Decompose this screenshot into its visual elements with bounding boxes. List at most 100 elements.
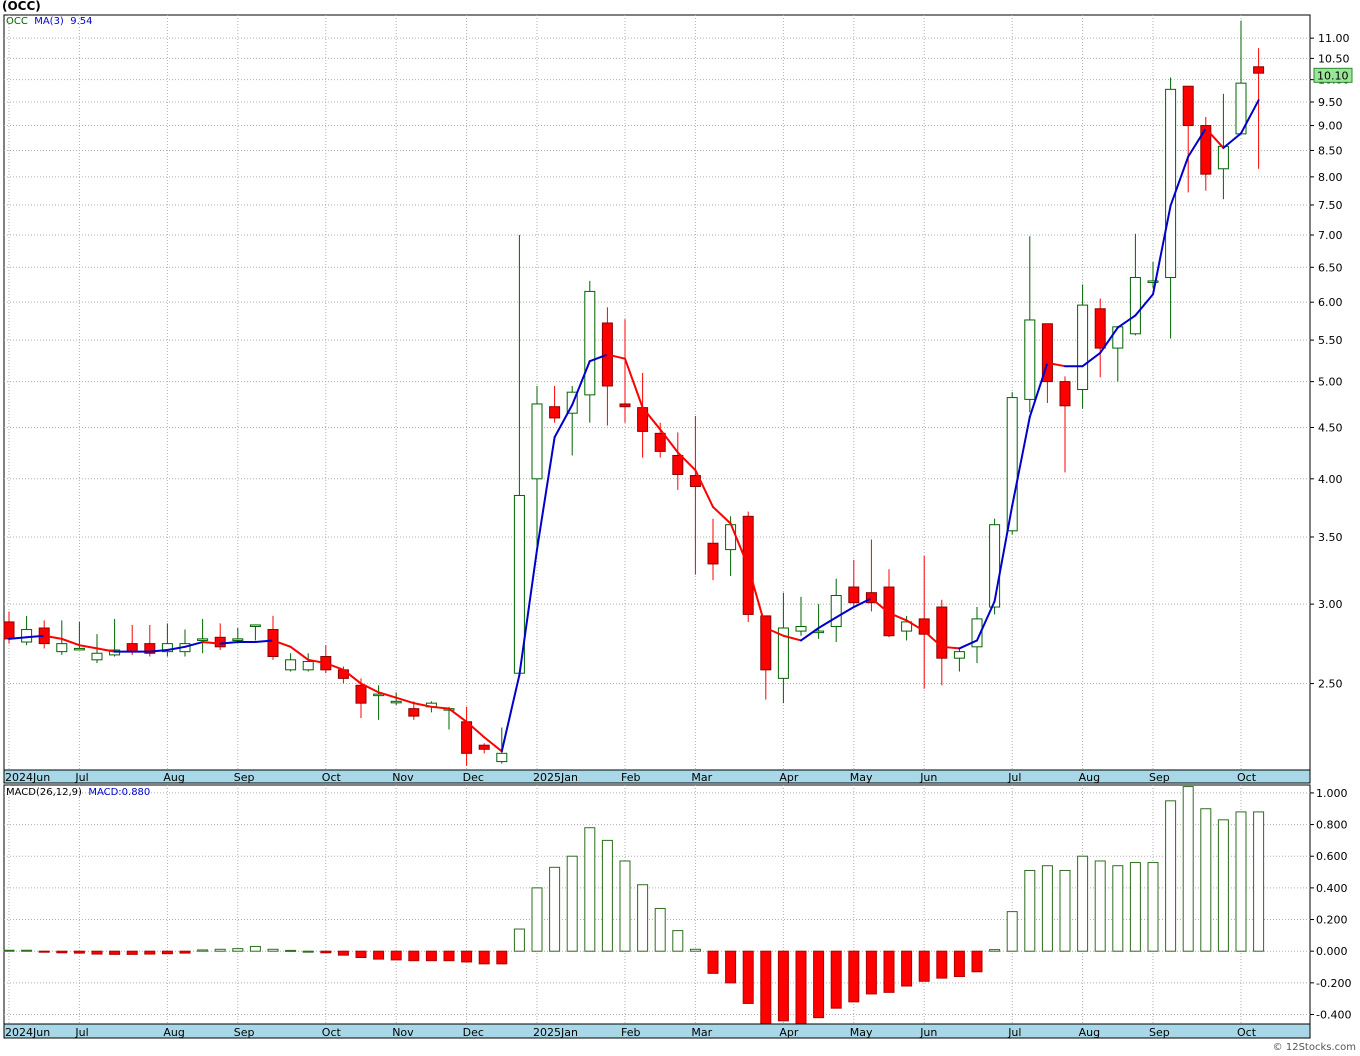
price-tick-label: 3.00 — [1318, 598, 1343, 611]
macd-tick-label: -0.400 — [1316, 1009, 1351, 1022]
price-tick-label: 9.00 — [1318, 120, 1343, 133]
macd-bar — [21, 949, 33, 952]
candle-body — [883, 586, 895, 637]
macd-bar — [1077, 855, 1089, 952]
macd-bar — [742, 950, 754, 1004]
macd-bar — [38, 950, 50, 953]
candle-body — [1129, 276, 1141, 335]
date-axis-label: Aug — [1079, 771, 1100, 784]
macd-bar — [285, 949, 297, 952]
macd-bar — [232, 948, 244, 952]
macd-bar — [56, 950, 68, 954]
macd-legend-value: MACD:0.880 — [88, 787, 151, 798]
macd-tick-label: 1.000 — [1316, 787, 1348, 800]
candle-body — [584, 290, 596, 396]
macd-bar — [1059, 869, 1071, 952]
macd-bar — [1094, 860, 1106, 952]
macd-bar — [936, 950, 948, 979]
candle-body — [496, 752, 508, 763]
date-axis-label: 2024Jun — [5, 1026, 50, 1039]
macd-bar — [672, 930, 684, 952]
date-axis-label: 2025Jan — [533, 1026, 578, 1039]
date-axis-label: Aug — [163, 771, 184, 784]
macd-bar — [443, 950, 455, 962]
price-tick-label: 4.50 — [1318, 421, 1343, 434]
candle-body — [654, 432, 666, 452]
macd-bar — [461, 950, 473, 963]
candle-body — [3, 621, 15, 640]
price-tick-label: 7.00 — [1318, 229, 1343, 242]
date-axis-label: Sep — [1149, 771, 1170, 784]
ticker-title: (OCC) — [2, 0, 41, 13]
macd-bar — [584, 827, 596, 952]
price-tick-label: 8.50 — [1318, 144, 1343, 157]
candle-body — [390, 700, 402, 704]
candle-body — [21, 629, 33, 643]
macd-bar — [1147, 862, 1159, 952]
macd-bar — [214, 948, 226, 952]
candle-body — [1217, 145, 1229, 170]
macd-bar — [337, 950, 349, 956]
candle-body — [337, 669, 349, 679]
macd-bar — [989, 949, 1001, 952]
price-legend-symbol: OCC — [6, 16, 28, 27]
candle-body — [830, 595, 842, 627]
macd-bar — [549, 866, 561, 952]
date-axis-label: Jul — [1007, 771, 1021, 784]
macd-bar — [249, 945, 261, 952]
macd-tick-label: 0.000 — [1316, 945, 1348, 958]
macd-bar — [865, 950, 877, 995]
macd-bar — [830, 950, 842, 1009]
candle-body — [302, 660, 314, 671]
candle-body — [214, 636, 226, 648]
macd-date-axis — [3, 1023, 1311, 1039]
candle-body — [478, 744, 490, 750]
macd-bar — [1200, 808, 1212, 952]
macd-bar — [848, 950, 860, 1003]
candle-body — [760, 615, 772, 671]
date-axis-label: Apr — [779, 1026, 799, 1039]
macd-bar — [3, 949, 15, 952]
candle-body — [672, 454, 684, 475]
macd-bar — [425, 950, 437, 962]
candle-body — [531, 403, 543, 480]
price-tick-label: 5.00 — [1318, 376, 1343, 389]
macd-bar — [179, 950, 191, 954]
date-axis-label: May — [850, 771, 873, 784]
date-axis-label: Jun — [919, 1026, 937, 1039]
macd-bar — [654, 907, 666, 952]
date-axis-label: Aug — [1079, 1026, 1100, 1039]
macd-bar — [1006, 911, 1018, 952]
candle-body — [795, 625, 807, 632]
candle-body — [267, 629, 279, 658]
macd-bar — [1129, 862, 1141, 952]
macd-bar — [1235, 811, 1247, 952]
macd-bar — [813, 950, 825, 1019]
macd-bar — [355, 950, 367, 959]
macd-bar — [144, 950, 156, 955]
candle-body — [91, 652, 103, 661]
candle-body — [1112, 326, 1124, 349]
candle-body — [355, 684, 367, 704]
candle-body — [1024, 319, 1036, 400]
price-legend-ma-value: 9.54 — [70, 16, 93, 27]
candle-body — [197, 638, 209, 641]
macd-tick-label: 0.600 — [1316, 850, 1348, 863]
macd-bar — [390, 950, 402, 961]
price-legend-ma-label: MA(3) — [34, 16, 64, 27]
credit-text: © 12Stocks.com — [1272, 1042, 1356, 1053]
macd-bar — [901, 950, 913, 987]
macd-bar — [619, 860, 631, 952]
price-tick-label: 8.00 — [1318, 171, 1343, 184]
price-tick-label: 4.00 — [1318, 473, 1343, 486]
macd-tick-label: 0.200 — [1316, 914, 1348, 927]
date-axis-label: Feb — [621, 1026, 640, 1039]
macd-tick-label: 0.800 — [1316, 819, 1348, 832]
price-tick-label: 7.50 — [1318, 199, 1343, 212]
macd-bar — [760, 950, 772, 1025]
candle-body — [619, 403, 631, 408]
candle-body — [1253, 66, 1265, 74]
macd-bar — [795, 950, 807, 1025]
price-tick-label: 9.50 — [1318, 96, 1343, 109]
candle-body — [232, 638, 244, 641]
